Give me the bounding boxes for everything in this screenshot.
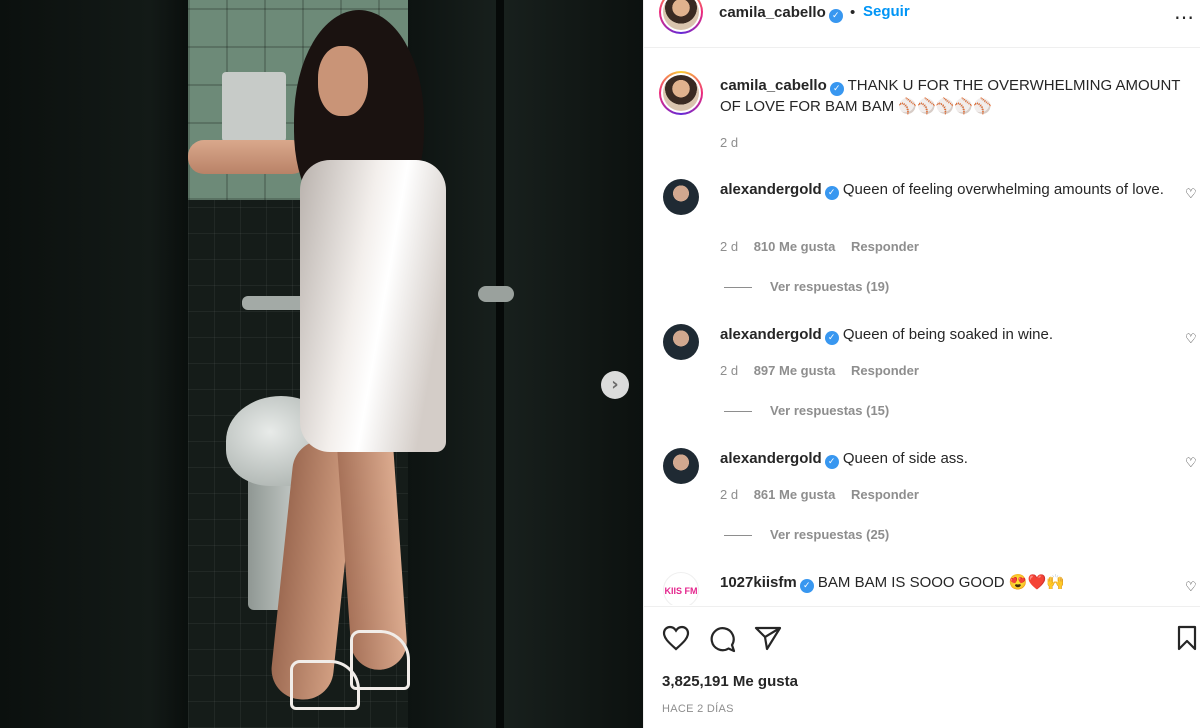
comment-username[interactable]: 1027kiisfm: [720, 574, 797, 591]
flush-plate: [222, 72, 286, 142]
comment-username[interactable]: alexandergold: [720, 450, 822, 467]
verified-badge-icon: ✓: [828, 9, 843, 23]
comment-text: alexandergold ✓ Queen of side ass.: [720, 448, 1190, 469]
commenter-avatar[interactable]: [663, 324, 699, 360]
figure-arm: [188, 140, 308, 174]
comment-text: alexandergold ✓ Queen of feeling overwhel…: [720, 179, 1190, 200]
commenter-avatar[interactable]: [663, 179, 699, 215]
author-username[interactable]: camila_cabello ✓: [719, 4, 843, 23]
likes-count[interactable]: 3,825,191 Me gusta: [662, 673, 798, 690]
comment-username[interactable]: alexandergold: [720, 326, 822, 343]
caption-meta: 2 d: [720, 135, 750, 150]
stall-wall: [0, 0, 188, 728]
view-replies-button[interactable]: Ver respuestas (19): [724, 279, 889, 294]
verified-badge-icon: ✓: [824, 186, 839, 200]
caption-text: camila_cabello ✓ THANK U FOR THE OVERWHEL…: [720, 75, 1190, 117]
next-image-button[interactable]: ›: [601, 371, 629, 399]
verified-badge-icon: ✓: [799, 579, 814, 593]
post-date[interactable]: HACE 2 DÍAS: [662, 703, 734, 715]
author-avatar[interactable]: [659, 0, 703, 34]
comments-list[interactable]: camila_cabello ✓ THANK U FOR THE OVERWHEL…: [644, 49, 1200, 605]
caption-time[interactable]: 2 d: [720, 135, 738, 150]
photo-scene: [0, 0, 643, 728]
door-handle: [478, 286, 514, 302]
commenter-avatar[interactable]: [663, 448, 699, 484]
reply-button[interactable]: Responder: [851, 363, 919, 378]
comment-time[interactable]: 2 d: [720, 487, 738, 502]
caption-username[interactable]: camila_cabello: [720, 77, 827, 94]
view-replies-button[interactable]: Ver respuestas (25): [724, 527, 889, 542]
post-actions: 3,825,191 Me gusta HACE 2 DÍAS: [644, 606, 1200, 728]
comment-text: 1027kiisfm ✓ BAM BAM IS SOOO GOOD 😍❤️🙌: [720, 572, 1190, 593]
post-header: camila_cabello ✓ • Seguir …: [644, 0, 1200, 48]
comment-likes[interactable]: 897 Me gusta: [754, 363, 836, 378]
divider-line: [724, 411, 752, 413]
comment-likes[interactable]: 810 Me gusta: [754, 239, 836, 254]
comment-likes[interactable]: 861 Me gusta: [754, 487, 836, 502]
pipe: [242, 296, 306, 310]
comment-time[interactable]: 2 d: [720, 239, 738, 254]
comment-meta: 2 d 810 Me gusta Responder: [720, 239, 931, 254]
door-edge: [496, 0, 504, 728]
follow-button[interactable]: Seguir: [863, 3, 910, 20]
comment-icon[interactable]: [708, 625, 736, 653]
divider-line: [724, 287, 752, 289]
more-options-icon[interactable]: …: [1174, 0, 1194, 24]
reply-button[interactable]: Responder: [851, 239, 919, 254]
comment-meta: 2 d 861 Me gusta Responder: [720, 487, 931, 502]
view-replies-button[interactable]: Ver respuestas (15): [724, 403, 889, 418]
figure-face: [318, 46, 368, 116]
author-avatar[interactable]: [659, 71, 703, 115]
comment-body: Queen of side ass.: [842, 450, 968, 467]
like-comment-heart-icon[interactable]: ♡: [1185, 187, 1197, 202]
verified-badge-icon: ✓: [824, 455, 839, 469]
verified-badge-icon: ✓: [824, 331, 839, 345]
bookmark-icon[interactable]: [1176, 625, 1198, 651]
comment-meta: 2 d 897 Me gusta Responder: [720, 363, 931, 378]
paper-plane-icon[interactable]: [754, 625, 782, 651]
commenter-avatar[interactable]: KIIS FM: [663, 572, 699, 605]
comment-body: BAM BAM IS SOOO GOOD 😍❤️🙌: [817, 574, 1065, 591]
comment-time[interactable]: 2 d: [720, 363, 738, 378]
post-image[interactable]: ›: [0, 0, 643, 728]
reply-button[interactable]: Responder: [851, 487, 919, 502]
white-dress: [300, 160, 446, 452]
comment-body: Queen of being soaked in wine.: [842, 326, 1054, 343]
like-comment-heart-icon[interactable]: ♡: [1185, 456, 1197, 471]
comment-text: alexandergold ✓ Queen of being soaked in …: [720, 324, 1190, 345]
like-comment-heart-icon[interactable]: ♡: [1185, 332, 1197, 347]
separator-dot: •: [850, 4, 856, 21]
heart-icon[interactable]: [662, 625, 690, 651]
shoe: [350, 630, 410, 690]
like-comment-heart-icon[interactable]: ♡: [1185, 580, 1197, 595]
comment-body: Queen of feeling overwhelming amounts of…: [842, 181, 1164, 198]
comment-username[interactable]: alexandergold: [720, 181, 822, 198]
post-panel: camila_cabello ✓ • Seguir … camila_cabell…: [643, 0, 1200, 728]
chevron-right-icon: ›: [611, 374, 619, 395]
divider-line: [724, 535, 752, 537]
verified-badge-icon: ✓: [829, 82, 844, 96]
